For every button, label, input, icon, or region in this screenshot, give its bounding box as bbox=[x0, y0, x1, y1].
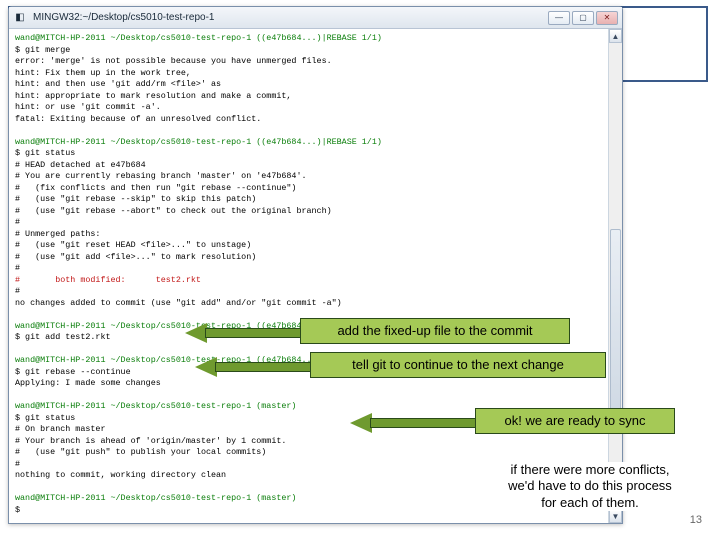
term-line: # On branch master bbox=[15, 424, 105, 434]
term-line: no changes added to commit (use "git add… bbox=[15, 298, 342, 308]
term-line: # both modified: test2.rkt bbox=[15, 275, 201, 285]
term-line: $ git add test2.rkt bbox=[15, 332, 111, 342]
scroll-thumb[interactable] bbox=[610, 229, 621, 415]
maximize-button[interactable]: ▢ bbox=[572, 11, 594, 25]
term-line: # bbox=[15, 459, 20, 469]
term-line: # Your branch is ahead of 'origin/master… bbox=[15, 436, 286, 446]
term-line: # (use "git push" to publish your local … bbox=[15, 447, 266, 457]
term-line: # (use "git rebase --skip" to skip this … bbox=[15, 194, 256, 204]
term-line: # (fix conflicts and then run "git rebas… bbox=[15, 183, 296, 193]
term-line: # You are currently rebasing branch 'mas… bbox=[15, 171, 307, 181]
note-line: if there were more conflicts, bbox=[480, 462, 700, 478]
term-line: hint: Fix them up in the work tree, bbox=[15, 68, 191, 78]
scrollbar[interactable]: ▲ ▼ bbox=[608, 29, 622, 523]
term-line: $ git rebase --continue bbox=[15, 367, 131, 377]
prompt-line: wand@MITCH-HP-2011 ~/Desktop/cs5010-test… bbox=[15, 493, 296, 503]
term-line: $ git status bbox=[15, 413, 75, 423]
titlebar: ◧ MINGW32:~/Desktop/cs5010-test-repo-1 —… bbox=[9, 7, 622, 29]
term-line: # Unmerged paths: bbox=[15, 229, 100, 239]
scroll-down-button[interactable]: ▼ bbox=[609, 509, 622, 523]
term-line: $ git status bbox=[15, 148, 75, 158]
prompt-line: wand@MITCH-HP-2011 ~/Desktop/cs5010-test… bbox=[15, 33, 382, 43]
scroll-up-button[interactable]: ▲ bbox=[609, 29, 622, 43]
term-line: # (use "git rebase --abort" to check out… bbox=[15, 206, 332, 216]
callout-ready-sync: ok! we are ready to sync bbox=[475, 408, 675, 434]
term-line: # (use "git add <file>..." to mark resol… bbox=[15, 252, 256, 262]
term-line: # HEAD detached at e47b684 bbox=[15, 160, 146, 170]
callout-add-file: add the fixed-up file to the commit bbox=[300, 318, 570, 344]
prompt-line: wand@MITCH-HP-2011 ~/Desktop/cs5010-test… bbox=[15, 137, 382, 147]
app-icon: ◧ bbox=[13, 11, 27, 25]
window-title: MINGW32:~/Desktop/cs5010-test-repo-1 bbox=[33, 12, 548, 23]
term-line: error: 'merge' is not possible because y… bbox=[15, 56, 332, 66]
term-line: fatal: Exiting because of an unresolved … bbox=[15, 114, 261, 124]
close-button[interactable]: ✕ bbox=[596, 11, 618, 25]
minimize-button[interactable]: — bbox=[548, 11, 570, 25]
window-buttons: — ▢ ✕ bbox=[548, 11, 618, 25]
term-line: Applying: I made some changes bbox=[15, 378, 161, 388]
page-number: 13 bbox=[690, 514, 702, 526]
term-line: # bbox=[15, 217, 20, 227]
note-line: for each of them. bbox=[480, 495, 700, 511]
term-line: hint: or use 'git commit -a'. bbox=[15, 102, 161, 112]
term-line: $ git merge bbox=[15, 45, 70, 55]
terminal-window: ◧ MINGW32:~/Desktop/cs5010-test-repo-1 —… bbox=[8, 6, 623, 524]
term-line: # bbox=[15, 286, 20, 296]
note-more-conflicts: if there were more conflicts, we'd have … bbox=[480, 462, 700, 511]
scroll-track[interactable] bbox=[609, 43, 622, 509]
term-line: $ bbox=[15, 505, 20, 515]
callout-continue: tell git to continue to the next change bbox=[310, 352, 606, 378]
term-line: # (use "git reset HEAD <file>..." to uns… bbox=[15, 240, 251, 250]
terminal-body[interactable]: wand@MITCH-HP-2011 ~/Desktop/cs5010-test… bbox=[9, 29, 622, 523]
note-line: we'd have to do this process bbox=[480, 478, 700, 494]
prompt-line: wand@MITCH-HP-2011 ~/Desktop/cs5010-test… bbox=[15, 401, 296, 411]
term-line: hint: appropriate to mark resolution and… bbox=[15, 91, 291, 101]
term-line: # bbox=[15, 263, 20, 273]
term-line: nothing to commit, working directory cle… bbox=[15, 470, 226, 480]
term-line: hint: and then use 'git add/rm <file>' a… bbox=[15, 79, 221, 89]
